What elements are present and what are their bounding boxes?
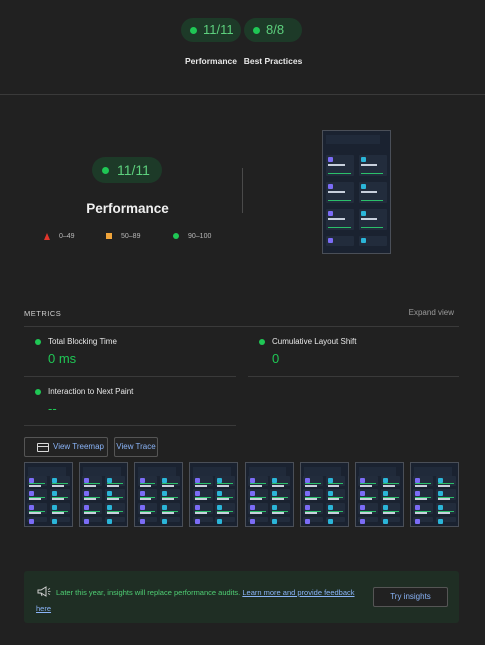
filmstrip-frame[interactable] xyxy=(354,462,404,527)
section-divider xyxy=(0,94,485,95)
try-insights-button[interactable]: Try insights xyxy=(373,587,448,607)
pass-icon xyxy=(35,339,41,345)
performance-score-badge: 11/11 xyxy=(92,157,162,183)
view-trace-button[interactable]: View Trace xyxy=(114,437,158,457)
performance-score-gauge[interactable]: 11/11 xyxy=(181,18,241,42)
triangle-icon xyxy=(44,233,50,240)
filmstrip-frame[interactable] xyxy=(410,462,459,527)
filmstrip-frame[interactable] xyxy=(24,462,73,527)
filmstrip-frame[interactable] xyxy=(79,462,129,527)
lighthouse-report: 11/11 8/8 Performance Best Practices 11/… xyxy=(0,0,485,645)
score-summary: 11/11 8/8 Performance Best Practices xyxy=(0,18,485,96)
filmstrip-frame[interactable] xyxy=(189,462,239,527)
expand-view-toggle[interactable]: Expand view xyxy=(398,308,454,317)
pass-icon xyxy=(259,339,265,345)
metric-cumulative-layout-shift: Cumulative Layout Shift xyxy=(272,337,357,346)
metric-total-blocking-time-value: 0 ms xyxy=(48,351,77,366)
best-practices-gauge-label[interactable]: Best Practices xyxy=(242,56,304,67)
metric-row-divider xyxy=(24,376,236,377)
filmstrip-frame[interactable] xyxy=(244,462,294,527)
performance-gauge-label[interactable]: Performance xyxy=(180,56,242,67)
vertical-divider xyxy=(242,168,243,213)
metric-row-divider xyxy=(24,425,236,426)
circle-icon xyxy=(173,233,179,239)
metric-interaction-to-next-paint-value: -- xyxy=(48,401,57,416)
pass-icon xyxy=(35,389,41,395)
metric-interaction-to-next-paint: Interaction to Next Paint xyxy=(48,387,134,396)
final-screenshot[interactable] xyxy=(322,130,391,254)
filmstrip-frame[interactable] xyxy=(299,462,349,527)
square-icon xyxy=(106,233,112,239)
insights-message: Later this year, insights will replace p… xyxy=(36,588,355,613)
treemap-icon xyxy=(37,443,49,452)
metric-total-blocking-time: Total Blocking Time xyxy=(48,337,117,346)
filmstrip-frame[interactable] xyxy=(134,462,184,527)
best-practices-score-gauge[interactable]: 8/8 xyxy=(244,18,302,42)
metric-cumulative-layout-shift-value: 0 xyxy=(272,351,280,366)
metric-row-divider xyxy=(248,376,459,377)
view-treemap-label: View Treemap xyxy=(53,442,104,451)
insights-banner: Later this year, insights will replace p… xyxy=(24,571,459,623)
performance-title: Performance xyxy=(86,201,169,216)
view-treemap-button[interactable]: View Treemap xyxy=(24,437,108,457)
metrics-heading: METRICS xyxy=(24,309,62,318)
metrics-divider xyxy=(24,326,459,327)
filmstrip xyxy=(24,462,459,527)
